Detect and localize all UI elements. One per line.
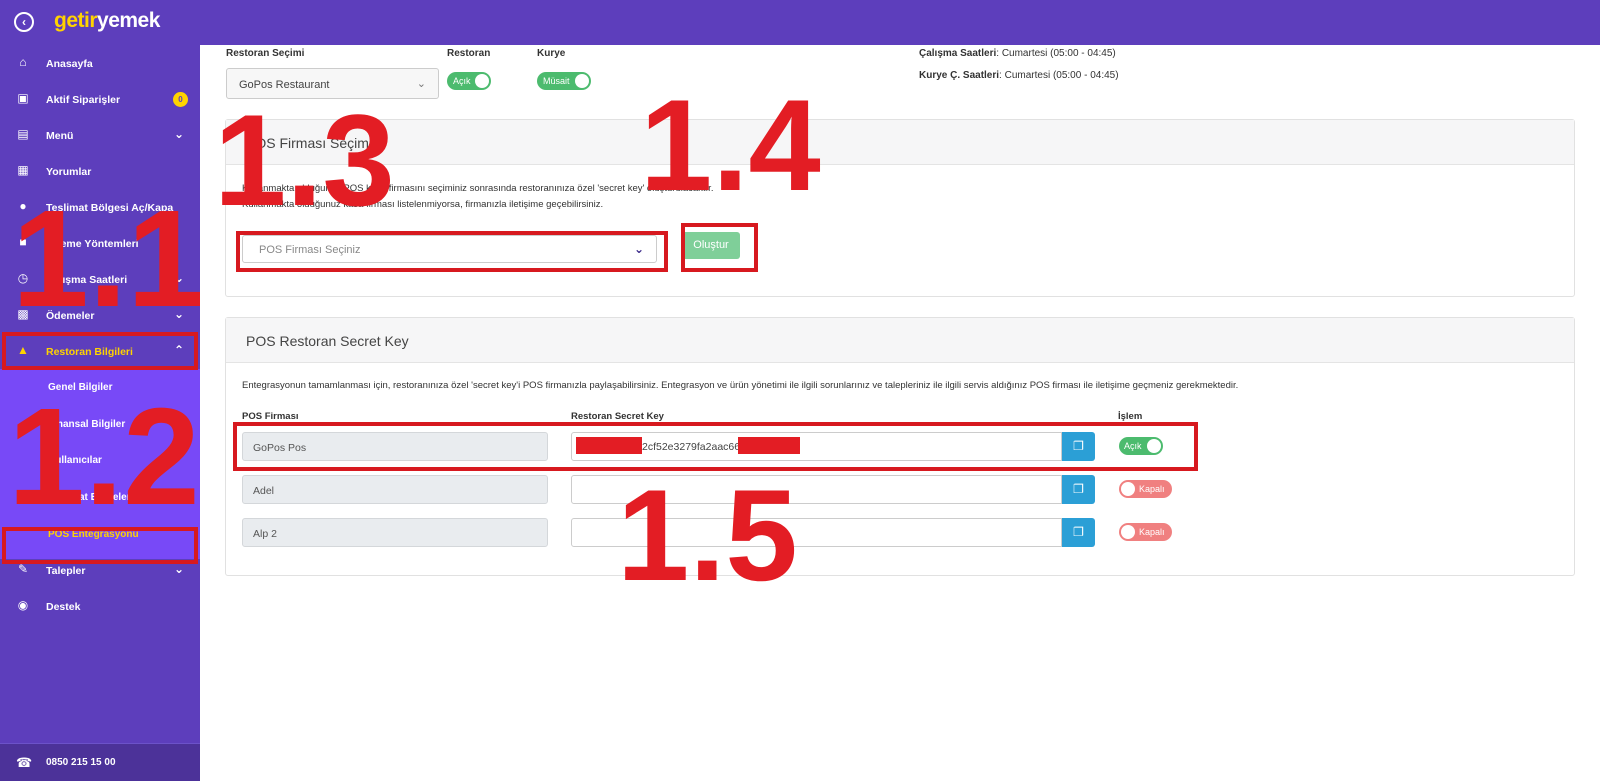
integration-toggle[interactable]: Kapalı	[1119, 523, 1172, 541]
app-logo[interactable]: getiryemek	[54, 9, 160, 33]
orders-count-badge: 0	[173, 92, 188, 107]
copy-icon[interactable]: ❐	[1062, 518, 1095, 547]
annotation-label-1-4: 1.4	[640, 72, 821, 218]
sidebar-item-support[interactable]: ◉ Destek	[0, 589, 200, 625]
column-header-action: İşlem	[1118, 411, 1143, 422]
comments-icon: ▦	[17, 163, 29, 177]
working-hours-info: Çalışma Saatleri: Cumartesi (05:00 - 04:…	[919, 48, 1116, 59]
sidebar-item-home[interactable]: ⌂ Anasayfa	[0, 46, 200, 82]
chevron-down-icon: ⌄	[416, 78, 426, 90]
menu-icon: ▤	[17, 127, 29, 141]
chevron-down-icon: ⌄	[174, 127, 185, 141]
orders-icon: ▣	[17, 91, 29, 105]
column-header-pos-firm: POS Firması	[242, 411, 299, 422]
back-arrow-circle-icon[interactable]: ‹	[14, 12, 34, 32]
home-icon: ⌂	[19, 55, 27, 69]
card-title: POS Restoran Secret Key	[246, 333, 409, 349]
annotation-label-1-5: 1.5	[617, 462, 798, 608]
column-header-secret-key: Restoran Secret Key	[571, 411, 664, 422]
phone-icon: ☎	[16, 755, 33, 770]
annotation-label-1-1: 1.1	[12, 182, 204, 336]
annotation-label-1-2: 1.2	[8, 380, 200, 534]
sidebar-item-menu[interactable]: ▤ Menü ⌄	[0, 118, 200, 154]
requests-icon: ✎	[17, 562, 29, 576]
sidebar-item-active-orders[interactable]: ▣ Aktif Siparişler 0	[0, 82, 200, 118]
support-phone[interactable]: ☎ 0850 215 15 00	[0, 743, 200, 781]
annotation-label-1-3: 1.3	[214, 87, 395, 233]
courier-status-toggle[interactable]: Müsait	[537, 72, 591, 90]
annotation-box-create-button	[681, 223, 758, 272]
annotation-box-pos-select	[236, 231, 668, 272]
table-row-firm: Adel	[242, 475, 548, 504]
restaurant-select-label: Restoran Seçimi	[226, 48, 305, 59]
main-content: Restoran Seçimi GoPos Restaurant ⌄ Resto…	[200, 45, 1600, 781]
integration-toggle[interactable]: Kapalı	[1119, 480, 1172, 498]
chevron-down-icon: ⌄	[174, 562, 185, 576]
restaurant-status-label: Restoran	[447, 48, 491, 59]
restaurant-status-toggle[interactable]: Açık	[447, 72, 491, 90]
top-bar: ‹ getiryemek	[0, 0, 1600, 45]
courier-hours-info: Kurye Ç. Saatleri: Cumartesi (05:00 - 04…	[919, 70, 1119, 81]
table-row-firm: Alp 2	[242, 518, 548, 547]
annotation-box-restaurant-info	[2, 332, 198, 370]
courier-status-label: Kurye	[537, 48, 566, 59]
copy-icon[interactable]: ❐	[1062, 475, 1095, 504]
support-icon: ◉	[17, 598, 29, 612]
